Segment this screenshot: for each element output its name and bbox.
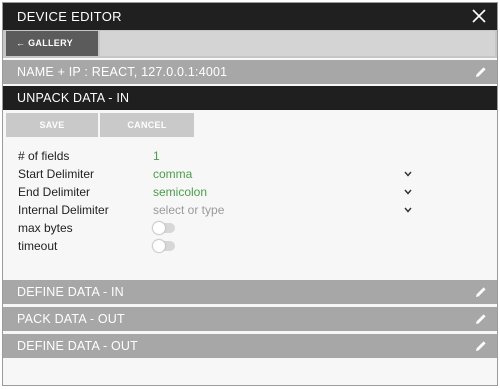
action-buttons: SAVE CANCEL <box>3 113 497 137</box>
timeout-toggle[interactable] <box>153 240 175 252</box>
pencil-icon[interactable] <box>475 286 487 298</box>
section-pack-out-label: PACK DATA - OUT <box>17 312 125 326</box>
cancel-button[interactable]: CANCEL <box>100 113 194 137</box>
num-fields-input[interactable]: 1 <box>153 149 160 163</box>
field-internal-delimiter: Internal Delimiter select or type <box>3 201 497 219</box>
num-fields-label: # of fields <box>18 149 70 163</box>
section-name-ip[interactable]: NAME + IP : REACT, 127.0.0.1:4001 <box>3 60 497 84</box>
pencil-icon[interactable] <box>475 66 487 78</box>
chevron-down-icon[interactable] <box>404 207 412 213</box>
field-end-delimiter: End Delimiter semicolon <box>3 183 497 201</box>
start-delimiter-select[interactable]: comma <box>153 167 192 181</box>
device-editor-window: DEVICE EDITOR ← GALLERY NAME + IP : REAC… <box>2 2 498 386</box>
section-define-in[interactable]: DEFINE DATA - IN <box>3 280 497 304</box>
section-define-out[interactable]: DEFINE DATA - OUT <box>3 334 497 358</box>
close-icon[interactable] <box>471 8 487 24</box>
section-define-in-label: DEFINE DATA - IN <box>17 285 124 299</box>
toggle-knob <box>153 240 165 252</box>
section-unpack-in[interactable]: UNPACK DATA - IN <box>3 86 497 110</box>
pencil-icon[interactable] <box>475 313 487 325</box>
section-unpack-in-label: UNPACK DATA - IN <box>17 91 130 105</box>
toggle-knob <box>153 222 165 234</box>
end-delimiter-label: End Delimiter <box>18 185 91 199</box>
section-pack-out[interactable]: PACK DATA - OUT <box>3 307 497 331</box>
field-timeout: timeout <box>3 237 497 255</box>
navbar: ← GALLERY <box>3 30 497 58</box>
save-button[interactable]: SAVE <box>6 113 98 137</box>
max-bytes-label: max bytes <box>18 221 73 235</box>
titlebar: DEVICE EDITOR <box>3 3 497 30</box>
gallery-back-button[interactable]: ← GALLERY <box>6 31 98 56</box>
start-delimiter-label: Start Delimiter <box>18 167 95 181</box>
chevron-down-icon[interactable] <box>404 189 412 195</box>
internal-delimiter-select[interactable]: select or type <box>153 203 224 217</box>
section-name-ip-label: NAME + IP : REACT, 127.0.0.1:4001 <box>17 65 228 79</box>
internal-delimiter-label: Internal Delimiter <box>18 203 109 217</box>
end-delimiter-select[interactable]: semicolon <box>153 185 207 199</box>
chevron-down-icon[interactable] <box>404 171 412 177</box>
max-bytes-toggle[interactable] <box>153 222 175 234</box>
field-max-bytes: max bytes <box>3 219 497 237</box>
pencil-icon[interactable] <box>475 340 487 352</box>
section-define-out-label: DEFINE DATA - OUT <box>17 339 138 353</box>
window-title: DEVICE EDITOR <box>17 9 122 24</box>
navbar-spacer <box>100 31 495 56</box>
field-start-delimiter: Start Delimiter comma <box>3 165 497 183</box>
timeout-label: timeout <box>18 239 58 253</box>
field-num-fields: # of fields 1 <box>3 147 497 165</box>
